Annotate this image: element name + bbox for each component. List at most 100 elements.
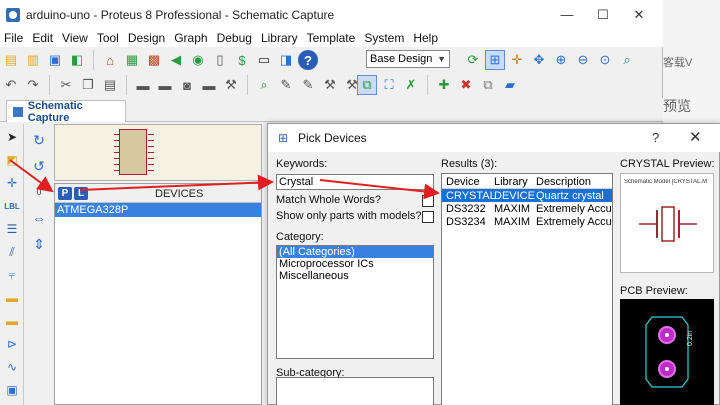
menu-file[interactable]: File [0, 30, 28, 47]
home-icon[interactable]: ⌂ [100, 50, 120, 70]
show-only-models-checkbox[interactable] [422, 211, 434, 223]
block-copy-icon[interactable]: ▬ [133, 75, 153, 95]
doc-icon[interactable]: ▯ [210, 50, 230, 70]
library-icon[interactable]: ◨ [276, 50, 296, 70]
new-sheet-icon[interactable]: ✚ [434, 75, 454, 95]
probe-icon[interactable]: ◉ [188, 50, 208, 70]
maximize-button[interactable]: ☐ [584, 0, 622, 30]
delete-sheet-icon[interactable]: ✖ [456, 75, 476, 95]
schematic-icon[interactable]: ▦ [122, 50, 142, 70]
toolbar-separator [427, 75, 428, 95]
menu-tool[interactable]: Tool [93, 30, 124, 47]
table-row[interactable]: CRYSTAL DEVICE Quartz crystal [442, 189, 612, 202]
search-icon[interactable]: ⌕ [254, 75, 274, 95]
menu-view[interactable]: View [58, 30, 93, 47]
assign-icon[interactable]: ✎ [298, 75, 318, 95]
subcircuit-tool-icon[interactable]: ⫧ [2, 265, 22, 285]
menu-design[interactable]: Design [124, 30, 170, 47]
pan-icon[interactable]: ✥ [529, 50, 549, 70]
selection-tool-icon[interactable]: ➤ [2, 127, 22, 147]
dialog-help-button[interactable]: ? [652, 130, 659, 145]
new-icon[interactable]: ▤ [1, 50, 21, 70]
mirror-x-icon[interactable]: ⇔ [29, 208, 49, 228]
import-icon[interactable]: ◧ [67, 50, 87, 70]
chip-icon[interactable]: ▩ [144, 50, 164, 70]
open-icon[interactable]: ▥ [23, 50, 43, 70]
result-library: MAXIM [494, 203, 531, 215]
close-button[interactable]: ✕ [620, 0, 658, 30]
grid-icon[interactable]: ⊞ [485, 50, 505, 70]
pcb-pad-2 [658, 360, 676, 378]
pick-devices-button[interactable]: P [58, 187, 72, 200]
menu-library[interactable]: Library [257, 30, 303, 47]
design-select[interactable]: Base Design ▼ [366, 50, 450, 68]
pin-tool-icon[interactable]: ▬ [2, 311, 22, 331]
generator-tool-icon[interactable]: ▣ [2, 380, 22, 400]
refresh-icon[interactable]: ⟳ [463, 50, 483, 70]
property-icon[interactable]: ✎ [276, 75, 296, 95]
package-icon[interactable]: ⚒ [320, 75, 340, 95]
paste-icon[interactable]: ▤ [100, 75, 120, 95]
category-item[interactable]: (All Categories) [277, 246, 433, 258]
minimize-button[interactable]: — [548, 0, 586, 30]
binoculars-icon[interactable]: ⛶ [379, 75, 399, 95]
rotation-field[interactable]: 0 [29, 182, 49, 202]
rotate-ccw-icon[interactable]: ↺ [29, 156, 49, 176]
block-delete-icon[interactable]: ▬ [199, 75, 219, 95]
column-library[interactable]: Library [494, 176, 528, 188]
junction-tool-icon[interactable]: ✛ [2, 173, 22, 193]
graph-tool-icon[interactable]: ⊳ [2, 334, 22, 354]
zoom-all-icon[interactable]: ⊙ [595, 50, 615, 70]
menu-help[interactable]: Help [409, 30, 443, 47]
zoom-area-icon[interactable]: ⌕ [617, 50, 637, 70]
menu-graph[interactable]: Graph [170, 30, 212, 47]
bus-tool-icon[interactable]: ⫽ [2, 242, 22, 262]
block-rotate-icon[interactable]: ◙ [177, 75, 197, 95]
library-manager-button[interactable]: L [74, 187, 88, 200]
save-icon[interactable]: ▣ [45, 50, 65, 70]
binary-icon[interactable]: ▭ [254, 50, 274, 70]
bom-icon[interactable]: $ [232, 50, 252, 70]
wire-autorouter-icon[interactable]: ⧉ [357, 75, 377, 95]
help-icon[interactable]: ? [298, 50, 318, 70]
column-description[interactable]: Description [536, 176, 591, 188]
property-assign-icon[interactable]: ✗ [401, 75, 421, 95]
label-tool-icon[interactable]: LBL [2, 196, 22, 216]
netlist-icon[interactable]: ▰ [500, 75, 520, 95]
subcategory-list[interactable] [276, 377, 434, 405]
category-item[interactable]: Microprocessor ICs [277, 258, 433, 270]
menu-debug[interactable]: Debug [213, 30, 257, 47]
block-move-icon[interactable]: ▬ [155, 75, 175, 95]
tape-tool-icon[interactable]: ∿ [2, 357, 22, 377]
category-item[interactable]: Miscellaneous [277, 270, 433, 282]
origin-icon[interactable]: ✛ [507, 50, 527, 70]
terminal-tool-icon[interactable]: ▬ [2, 288, 22, 308]
rotate-cw-icon[interactable]: ↻ [29, 130, 49, 150]
column-device[interactable]: Device [446, 176, 480, 188]
zoom-in-icon[interactable]: ⊕ [551, 50, 571, 70]
devices-title: DEVICES [155, 188, 204, 200]
match-whole-words-checkbox[interactable] [422, 195, 434, 207]
component-tool-icon[interactable]: ◩ [2, 150, 22, 170]
mirror-y-icon[interactable]: ⇕ [29, 234, 49, 254]
sheet-icon[interactable]: ⧉ [478, 75, 498, 95]
copy-icon[interactable]: ❐ [78, 75, 98, 95]
category-list[interactable]: (All Categories) Microprocessor ICs Misc… [276, 245, 434, 359]
arrow-icon[interactable]: ◀ [166, 50, 186, 70]
tool-icon[interactable]: ⚒ [221, 75, 241, 95]
undo-icon[interactable]: ↶ [1, 75, 21, 95]
tab-schematic-capture[interactable]: Schematic Capture [6, 100, 126, 124]
device-list-item[interactable]: ATMEGA328P [55, 203, 261, 217]
menu-system[interactable]: System [360, 30, 409, 47]
cut-icon[interactable]: ✂ [56, 75, 76, 95]
zoom-out-icon[interactable]: ⊖ [573, 50, 593, 70]
schematic-tab-icon [13, 106, 23, 117]
table-row[interactable]: DS3234 MAXIM Extremely Accurate [442, 215, 612, 228]
menu-edit[interactable]: Edit [28, 30, 58, 47]
keywords-input[interactable] [276, 174, 434, 190]
menu-template[interactable]: Template [303, 30, 361, 47]
redo-icon[interactable]: ↷ [23, 75, 43, 95]
text-tool-icon[interactable]: ☰ [2, 219, 22, 239]
dialog-close-button[interactable]: ✕ [689, 128, 702, 146]
table-row[interactable]: DS3232 MAXIM Extremely Accurate [442, 202, 612, 215]
